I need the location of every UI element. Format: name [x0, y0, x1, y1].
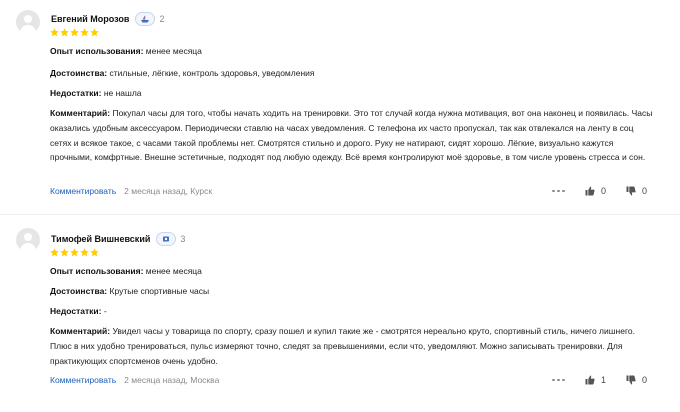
comment-text: Покупал часы для того, чтобы начать ходи…: [50, 108, 653, 163]
star-icon: [70, 28, 79, 37]
experience-label: Опыт использования:: [50, 266, 144, 276]
review-meta: 2 месяца назад, Курск: [124, 186, 213, 196]
experience-row: Опыт использования: менее месяца: [50, 44, 202, 59]
review-footer: Комментировать 2 месяца назад, Москва: [50, 373, 219, 387]
rating-stars: [50, 248, 99, 257]
thumb-up-icon: [585, 375, 595, 385]
pros-value: стильные, лёгкие, контроль здоровья, уве…: [109, 68, 315, 78]
comment-block: Комментарий: Увидел часы у товарища по с…: [50, 324, 655, 368]
user-avatar-icon[interactable]: [16, 10, 40, 34]
more-icon[interactable]: [552, 184, 565, 198]
pros-value: Крутые спортивные часы: [109, 286, 210, 296]
pros-row: Достоинства: стильные, лёгкие, контроль …: [50, 66, 315, 81]
comment-label: Комментарий:: [50, 108, 111, 118]
dislikes-count: 0: [642, 186, 648, 196]
author-row: Тимофей Вишневский 3: [51, 232, 185, 246]
experience-value: менее месяца: [145, 266, 202, 276]
user-avatar-icon[interactable]: [16, 228, 40, 252]
like-button[interactable]: 1: [585, 373, 606, 387]
comment-block: Комментарий: Покупал часы для того, чтоб…: [50, 106, 655, 165]
comment-button[interactable]: Комментировать: [50, 186, 116, 196]
star-icon: [90, 248, 99, 257]
comment-button[interactable]: Комментировать: [50, 375, 116, 385]
comment-text: Увидел часы у товарища по спорту, сразу …: [50, 326, 635, 366]
cons-value: не нашла: [103, 88, 142, 98]
comment-label: Комментарий:: [50, 326, 111, 336]
star-icon: [50, 28, 59, 37]
experience-value: менее месяца: [145, 46, 202, 56]
badge-count: 3: [180, 234, 186, 244]
cons-label: Недостатки:: [50, 88, 102, 98]
review-meta: 2 месяца назад, Москва: [124, 375, 220, 385]
star-icon: [90, 28, 99, 37]
review-footer: Комментировать 2 месяца назад, Курск: [50, 184, 212, 198]
pros-label: Достоинства:: [50, 68, 108, 78]
cons-label: Недостатки:: [50, 306, 102, 316]
review-card: Тимофей Вишневский 3 Опыт использования:…: [0, 222, 680, 412]
star-icon: [60, 28, 69, 37]
rating-stars: [50, 28, 99, 37]
cons-value: -: [103, 306, 107, 316]
more-icon[interactable]: [552, 373, 565, 387]
dislikes-count: 0: [642, 375, 648, 385]
star-icon: [70, 248, 79, 257]
like-button[interactable]: 0: [585, 184, 606, 198]
star-icon: [60, 248, 69, 257]
badge-count: 2: [159, 14, 165, 24]
pros-label: Достоинства:: [50, 286, 108, 296]
thumb-down-icon: [626, 186, 636, 196]
author-row: Евгений Морозов 2: [51, 12, 164, 26]
pros-row: Достоинства: Крутые спортивные часы: [50, 284, 209, 299]
star-icon: [80, 248, 89, 257]
likes-count: 1: [601, 375, 607, 385]
dislike-button[interactable]: 0: [626, 373, 647, 387]
cons-row: Недостатки: -: [50, 304, 107, 319]
thumb-down-icon: [626, 375, 636, 385]
dislike-button[interactable]: 0: [626, 184, 647, 198]
ship-badge-icon[interactable]: [156, 232, 177, 246]
cons-row: Недостатки: не нашла: [50, 86, 142, 101]
author-name[interactable]: Тимофей Вишневский: [51, 234, 150, 244]
ship-badge-icon[interactable]: [135, 12, 156, 26]
thumb-up-icon: [585, 186, 595, 196]
review-card: Евгений Морозов 2 Опыт использования: ме…: [0, 0, 680, 208]
star-icon: [80, 28, 89, 37]
likes-count: 0: [601, 186, 607, 196]
experience-label: Опыт использования:: [50, 46, 144, 56]
author-name[interactable]: Евгений Морозов: [51, 14, 129, 24]
star-icon: [50, 248, 59, 257]
experience-row: Опыт использования: менее месяца: [50, 264, 202, 279]
review-divider: [0, 214, 680, 215]
